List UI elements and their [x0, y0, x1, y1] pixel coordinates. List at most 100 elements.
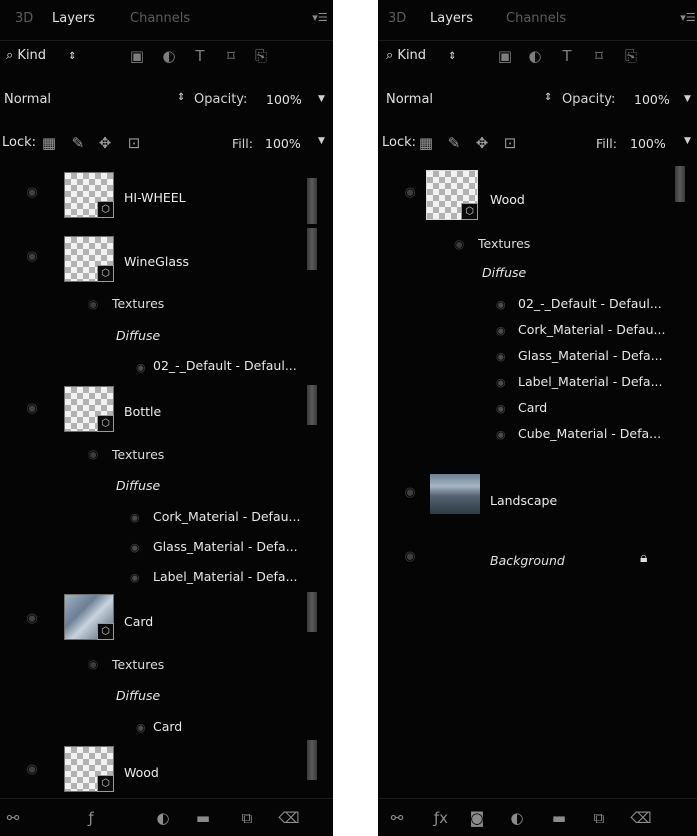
pixel-filter-icon[interactable]: ▣ — [128, 47, 146, 65]
blend-mode-select[interactable]: Normal — [4, 92, 51, 107]
material-item[interactable]: Card — [153, 719, 182, 734]
visibility-eye-icon[interactable]: ◉ — [398, 486, 422, 500]
material-item[interactable]: Cork_Material - Defau... — [153, 509, 300, 524]
opacity-dropdown-icon[interactable]: ▼ — [318, 94, 325, 104]
lock-position-icon[interactable]: ✥ — [472, 133, 492, 153]
layer-thumbnail[interactable]: ⬡ — [64, 236, 114, 282]
material-item[interactable]: Glass_Material - Defa... — [518, 348, 663, 363]
visibility-eye-icon[interactable]: ◉ — [20, 250, 44, 264]
texture-eye-icon[interactable]: ◉ — [88, 657, 98, 671]
blend-arrows-icon[interactable]: ⇕ — [177, 92, 185, 103]
material-item[interactable]: Cork_Material - Defau... — [518, 322, 665, 337]
tab-3d[interactable]: 3D — [15, 11, 33, 26]
scrollbar-thumb[interactable] — [307, 228, 317, 270]
link-layers-icon[interactable]: ⚯ — [386, 809, 408, 827]
lock-image-icon[interactable]: ✎ — [444, 133, 464, 153]
panel-menu-icon[interactable]: ▾☰ — [311, 10, 329, 26]
layer-thumbnail[interactable]: ⬡ — [64, 172, 114, 218]
scrollbar-thumb[interactable] — [675, 166, 685, 202]
material-eye-icon[interactable]: ◉ — [130, 511, 140, 524]
material-eye-icon[interactable]: ◉ — [496, 376, 506, 389]
layer-name-wood[interactable]: Wood — [490, 192, 525, 207]
link-layers-icon[interactable]: ⚯ — [2, 809, 24, 827]
visibility-eye-icon[interactable]: ◉ — [398, 550, 422, 564]
fx-icon[interactable]: ƒ — [80, 809, 102, 827]
material-item[interactable]: 02_-_Default - Defaul... — [518, 296, 662, 311]
material-item[interactable]: Card — [518, 400, 547, 415]
visibility-eye-icon[interactable]: ◉ — [20, 186, 44, 200]
blend-arrows-icon[interactable]: ⇕ — [544, 92, 552, 103]
new-layer-icon[interactable]: ⧉ — [236, 809, 258, 827]
fx-icon[interactable]: ƒx — [430, 809, 452, 827]
opacity-value[interactable]: 100% — [266, 92, 302, 107]
material-eye-icon[interactable]: ◉ — [130, 571, 140, 584]
material-eye-icon[interactable]: ◉ — [136, 361, 146, 374]
adjustment-filter-icon[interactable]: ◐ — [160, 47, 178, 65]
trash-icon[interactable]: ⌫ — [278, 809, 300, 827]
type-filter-icon[interactable]: T — [558, 47, 576, 65]
mask-icon[interactable]: ◙ — [466, 809, 488, 827]
layer-thumbnail[interactable] — [430, 474, 480, 514]
fill-dropdown-icon[interactable]: ▼ — [318, 136, 325, 146]
lock-transparent-icon[interactable]: ▦ — [39, 133, 59, 153]
material-eye-icon[interactable]: ◉ — [136, 721, 146, 734]
tab-layers[interactable]: Layers — [52, 11, 95, 26]
lock-all-icon[interactable]: ⊡ — [500, 133, 520, 153]
lock-image-icon[interactable]: ✎ — [68, 133, 88, 153]
layer-name-hi-wheel[interactable]: HI-WHEEL — [124, 190, 186, 205]
material-item[interactable]: Label_Material - Defa... — [518, 374, 663, 389]
texture-eye-icon[interactable]: ◉ — [88, 297, 98, 311]
layer-name-wineglass[interactable]: WineGlass — [124, 254, 189, 269]
scrollbar-thumb[interactable] — [307, 178, 317, 224]
material-item[interactable]: Label_Material - Defa... — [153, 569, 298, 584]
visibility-eye-icon[interactable]: ◉ — [20, 612, 44, 626]
adjustment-filter-icon[interactable]: ◐ — [526, 47, 544, 65]
material-item[interactable]: 02_-_Default - Defaul... — [153, 358, 297, 373]
layer-thumbnail[interactable]: ⬡ — [64, 746, 114, 792]
layer-name-landscape[interactable]: Landscape — [490, 493, 557, 508]
material-eye-icon[interactable]: ◉ — [496, 350, 506, 363]
folder-icon[interactable]: ▬ — [192, 809, 214, 827]
layer-thumbnail[interactable]: ⬡ — [426, 170, 478, 220]
type-filter-icon[interactable]: T — [191, 47, 209, 65]
tab-channels[interactable]: Channels — [130, 11, 190, 26]
panel-menu-icon[interactable]: ▾☰ — [679, 10, 697, 26]
visibility-eye-icon[interactable]: ◉ — [398, 186, 422, 200]
lock-position-icon[interactable]: ✥ — [95, 133, 115, 153]
layer-name-wood[interactable]: Wood — [124, 765, 159, 780]
layer-name-background[interactable]: Background — [490, 553, 565, 568]
visibility-eye-icon[interactable]: ◉ — [20, 763, 44, 777]
texture-eye-icon[interactable]: ◉ — [88, 447, 98, 461]
scrollbar-thumb[interactable] — [307, 740, 317, 780]
lock-transparent-icon[interactable]: ▦ — [416, 133, 436, 153]
fill-dropdown-icon[interactable]: ▼ — [684, 136, 691, 146]
trash-icon[interactable]: ⌫ — [630, 809, 652, 827]
opacity-dropdown-icon[interactable]: ▼ — [684, 94, 691, 104]
tab-layers[interactable]: Layers — [430, 11, 473, 26]
visibility-eye-icon[interactable]: ◉ — [20, 402, 44, 416]
smart-object-filter-icon[interactable]: ⎘ — [622, 47, 640, 65]
opacity-value[interactable]: 100% — [634, 92, 670, 107]
shape-filter-icon[interactable]: ⌑ — [590, 47, 608, 65]
material-item[interactable]: Glass_Material - Defa... — [153, 539, 298, 554]
material-eye-icon[interactable]: ◉ — [130, 541, 140, 554]
material-eye-icon[interactable]: ◉ — [496, 324, 506, 337]
folder-icon[interactable]: ▬ — [548, 809, 570, 827]
layer-name-bottle[interactable]: Bottle — [124, 404, 161, 419]
new-layer-icon[interactable]: ⧉ — [588, 809, 610, 827]
adjustment-icon[interactable]: ◐ — [506, 809, 528, 827]
pixel-filter-icon[interactable]: ▣ — [496, 47, 514, 65]
material-eye-icon[interactable]: ◉ — [496, 402, 506, 415]
adjustment-icon[interactable]: ◐ — [152, 809, 174, 827]
lock-all-icon[interactable]: ⊡ — [124, 133, 144, 153]
material-item[interactable]: Cube_Material - Defa... — [518, 426, 661, 441]
layer-name-card[interactable]: Card — [124, 614, 153, 629]
blend-mode-select[interactable]: Normal — [386, 92, 433, 107]
material-eye-icon[interactable]: ◉ — [496, 298, 506, 311]
fill-value[interactable]: 100% — [630, 136, 666, 151]
layer-thumbnail[interactable]: ⬡ — [64, 594, 114, 640]
kind-filter[interactable]: ⌕ Kind ⇕ — [6, 48, 77, 63]
kind-filter[interactable]: ⌕ Kind ⇕ — [386, 48, 457, 63]
layer-thumbnail[interactable]: ⬡ — [64, 386, 114, 432]
shape-filter-icon[interactable]: ⌑ — [222, 47, 240, 65]
